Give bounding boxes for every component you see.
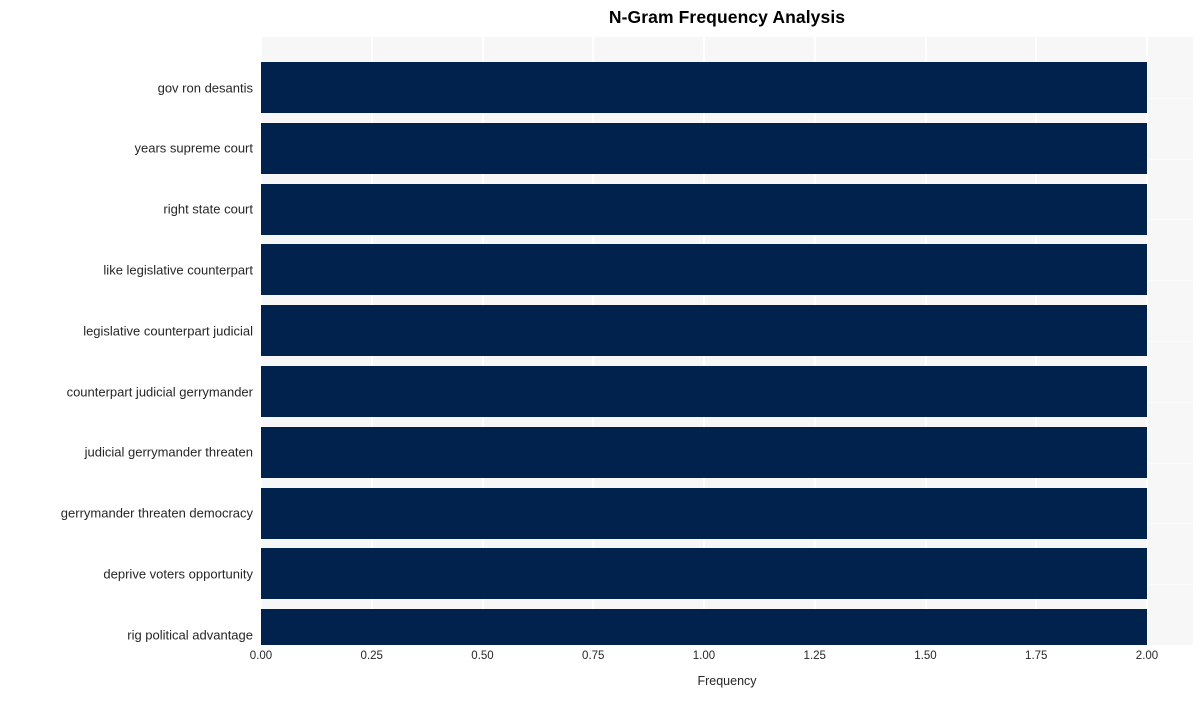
y-axis-label: counterpart judicial gerrymander <box>66 384 253 399</box>
x-axis-tick-label: 0.00 <box>249 650 273 662</box>
y-axis-label: judicial gerrymander threaten <box>84 444 253 460</box>
y-axis-label: years supreme court <box>134 140 254 156</box>
x-axis-tick-labels: 0.00 0.25 0.50 0.75 1.00 1.25 1.50 1.75 2.00 <box>0 650 1201 670</box>
x-axis-tick-label: 1.00 <box>692 650 716 662</box>
bar <box>261 487 1147 539</box>
x-axis-tick-label: 1.50 <box>914 650 937 662</box>
bar <box>261 609 1147 645</box>
bar <box>261 244 1147 296</box>
y-axis-label: deprive voters opportunity <box>103 566 253 582</box>
bar <box>261 305 1147 357</box>
x-axis-tick-label: 0.50 <box>471 650 494 662</box>
x-axis-tick-label: 0.25 <box>360 650 383 662</box>
bar <box>261 122 1147 174</box>
y-axis-label: rig political advantage <box>127 627 253 643</box>
x-axis-tick-label: 1.75 <box>1025 650 1048 662</box>
bar <box>261 548 1147 600</box>
y-axis-label: like legislative counterpart <box>103 262 253 278</box>
x-axis-tick-label: 0.75 <box>582 650 605 662</box>
y-axis-label: legislative counterpart judicial <box>83 323 253 339</box>
bar <box>261 426 1147 478</box>
bar <box>261 366 1147 417</box>
y-axis-label: gerrymander threaten democracy <box>60 505 253 521</box>
x-axis-tick-label: 2.00 <box>1135 650 1159 662</box>
x-axis-title: Frequency <box>697 674 757 688</box>
chart-title: N-Gram Frequency Analysis <box>608 7 846 27</box>
y-axis-category-labels: gov ron desantis years supreme court right… <box>0 37 253 645</box>
bar <box>261 183 1147 235</box>
y-axis-label: gov ron desantis <box>157 80 253 95</box>
x-axis-tick-label: 1.25 <box>803 650 826 662</box>
y-axis-label: right state court <box>163 201 253 217</box>
ngram-frequency-chart: N-Gram Frequency Analysis gov ron desant… <box>0 0 1201 701</box>
bar <box>261 62 1147 113</box>
plot-area <box>261 37 1193 645</box>
